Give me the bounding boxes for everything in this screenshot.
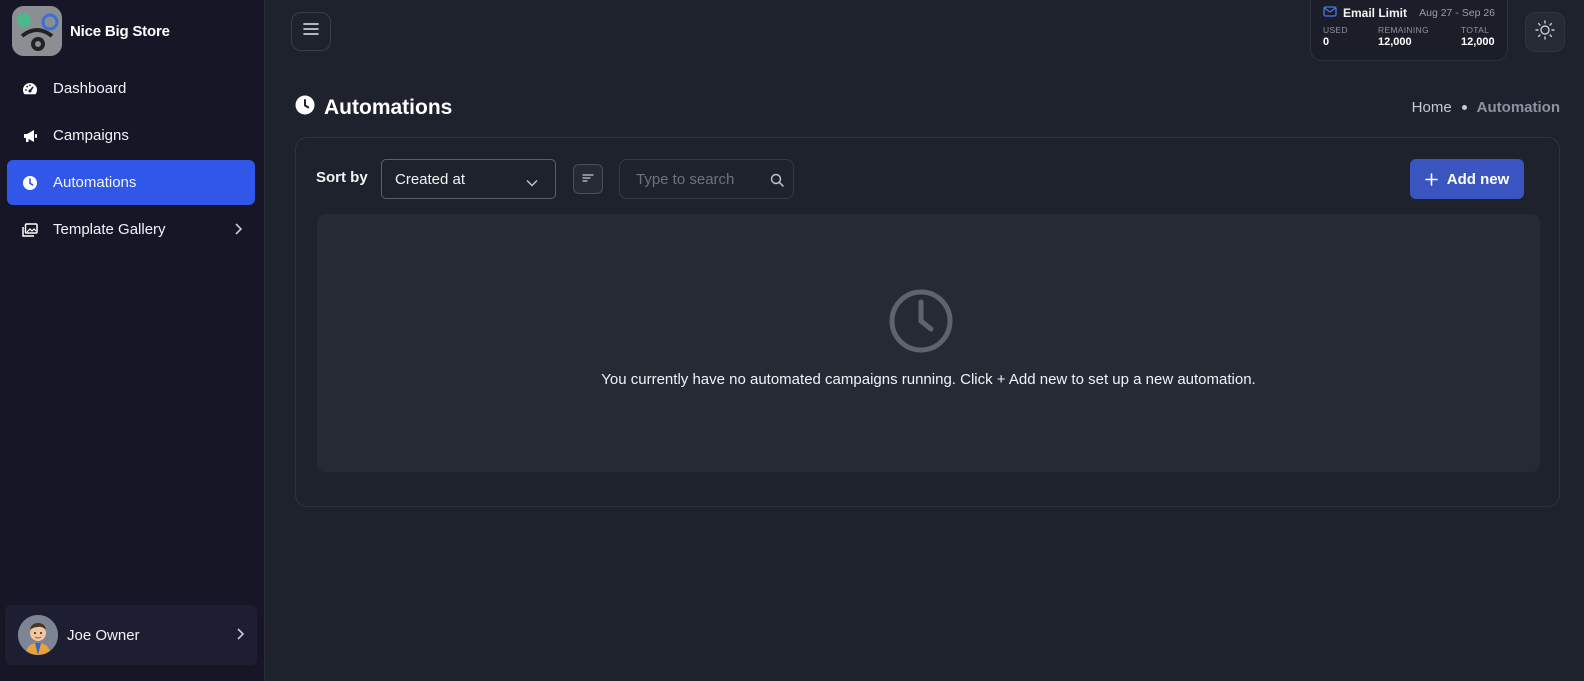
sidebar-nav: Dashboard Campaigns Automations Template… [7,66,255,254]
sidebar-item-dashboard[interactable]: Dashboard [7,66,255,111]
sidebar-item-campaigns[interactable]: Campaigns [7,113,255,158]
sidebar-item-label: Template Gallery [53,221,166,238]
sort-order-button[interactable] [573,164,603,194]
search-input[interactable] [636,170,761,188]
gauge-icon [22,81,38,97]
avatar [18,615,58,655]
sort-select-value: Created at [395,170,466,188]
clock-icon [888,288,954,359]
clock-icon [295,95,315,120]
hamburger-icon [303,22,319,41]
megaphone-icon [22,128,38,144]
breadcrumb: Home Automation [1412,99,1560,116]
search-icon[interactable] [770,173,784,192]
brand[interactable]: Nice Big Store [12,6,170,56]
breadcrumb-separator [1461,105,1467,110]
sidebar: Nice Big Store Dashboard Campaigns Autom… [0,0,265,681]
email-limit-title: Email Limit [1343,6,1408,20]
empty-state: You currently have no automated campaign… [317,214,1540,472]
email-limit-card: Email Limit Aug 27 - Sep 26 USED 0 REMAI… [1310,0,1508,61]
sun-icon [1535,19,1555,45]
brand-name: Nice Big Store [70,22,170,40]
breadcrumb-current: Automation [1476,99,1560,116]
sort-order-icon [582,170,594,188]
sidebar-item-template-gallery[interactable]: Template Gallery [7,207,255,252]
page-title-text: Automations [324,95,453,119]
clock-icon [22,175,38,191]
sidebar-item-label: Dashboard [53,80,127,97]
menu-toggle-button[interactable] [291,12,331,51]
gallery-icon [22,222,38,238]
theme-toggle-button[interactable] [1525,12,1565,52]
chevron-right-icon [235,627,245,646]
sidebar-item-label: Campaigns [53,127,129,144]
sort-label: Sort by [316,169,368,186]
user-menu[interactable]: Joe Owner [5,605,257,665]
page-title: Automations [295,95,452,120]
search-box [619,159,794,199]
add-new-label: Add new [1446,170,1510,188]
empty-state-message: You currently have no automated campaign… [601,371,1256,388]
chevron-right-icon [233,222,243,240]
user-name: Joe Owner [67,626,140,644]
sort-select[interactable]: Created at [381,159,556,199]
mail-icon [1323,4,1337,22]
stat-remaining: REMAINING 12,000 [1378,25,1429,48]
sidebar-item-automations[interactable]: Automations [7,160,255,205]
email-limit-range: Aug 27 - Sep 26 [1419,7,1495,19]
stat-used: USED 0 [1323,25,1348,48]
chevron-down-icon [526,174,538,191]
add-new-button[interactable]: Add new [1410,159,1524,199]
stat-total: TOTAL 12,000 [1461,25,1495,48]
breadcrumb-home-link[interactable]: Home [1412,99,1452,116]
sidebar-item-label: Automations [53,174,137,191]
automations-panel: Sort by Created at Add new You currently… [295,137,1560,507]
plus-icon [1424,172,1438,186]
store-logo [12,6,62,56]
